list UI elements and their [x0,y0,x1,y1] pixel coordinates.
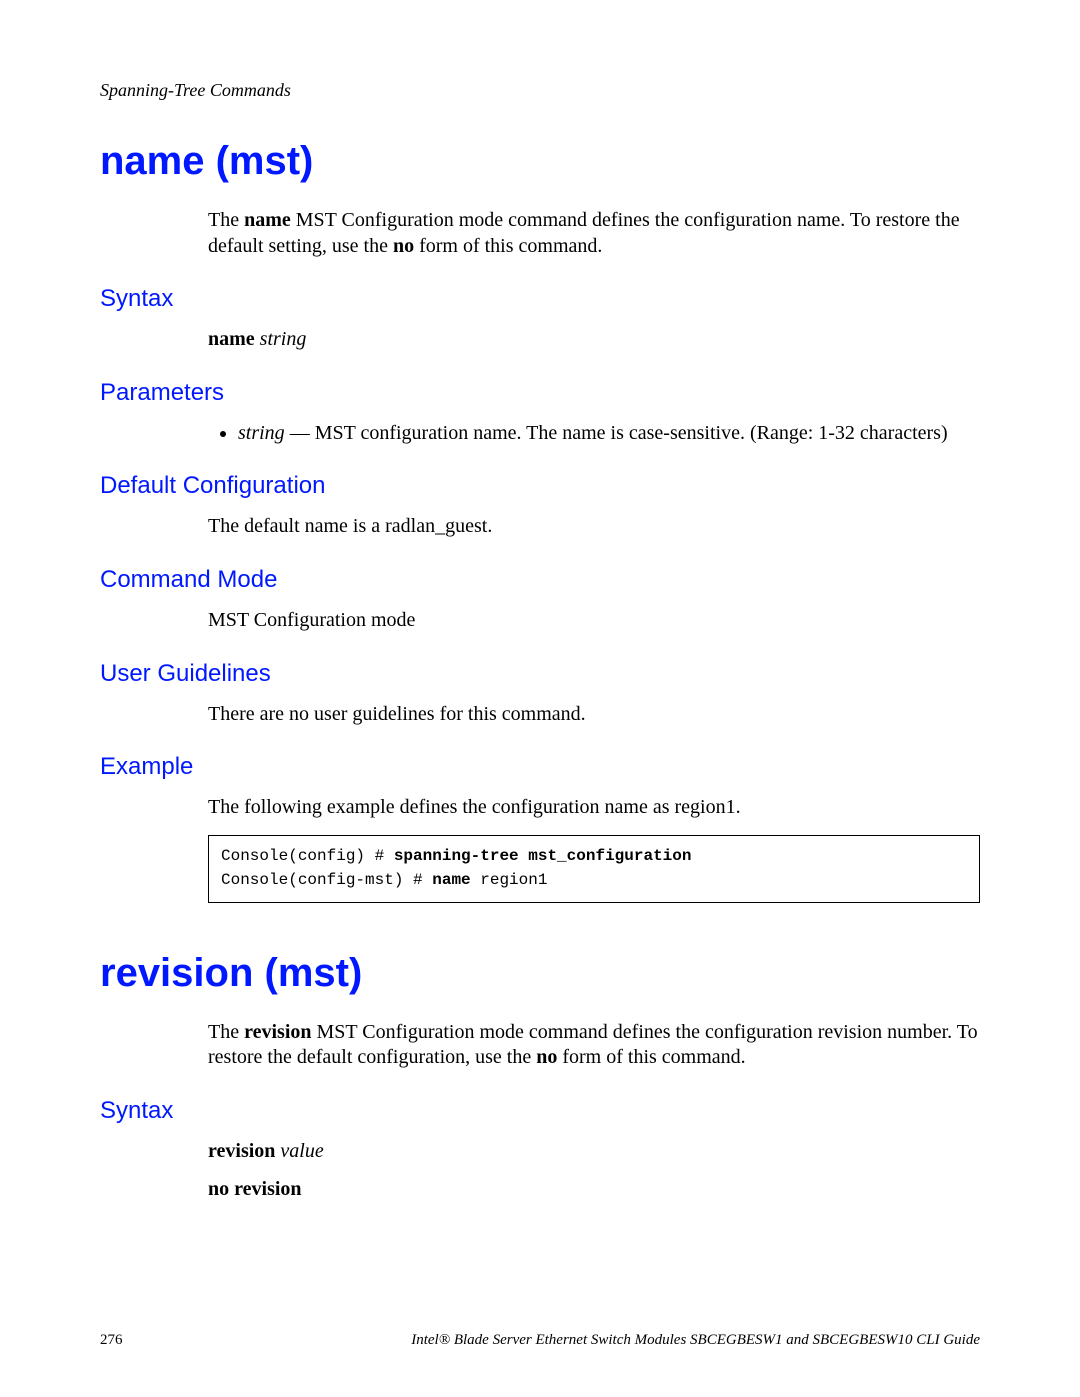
code-example: Console(config) # spanning-tree mst_conf… [208,835,980,903]
text: form of this command. [557,1046,745,1068]
param-name: string [238,422,285,444]
heading-default-config: Default Configuration [100,472,980,500]
text: form of this command. [414,235,602,257]
param-desc: — MST configuration name. The name is ca… [285,422,948,444]
code-text: Console(config) # [221,847,394,865]
parameter-item: string — MST configuration name. The nam… [238,421,980,447]
text: The [208,209,244,231]
syntax-block-2: revision value no revision [208,1139,980,1202]
text-bold: revision [244,1021,311,1043]
heading-syntax-2: Syntax [100,1097,980,1125]
code-text: region1 [480,871,547,889]
text: The default name is a radlan_guest. [208,514,980,540]
syntax-keyword: revision [208,1140,280,1162]
syntax-arg: value [280,1140,323,1162]
document-page: Spanning-Tree Commands name (mst) The na… [0,0,1080,1397]
intro-name-mst: The name MST Configuration mode command … [208,208,980,259]
text: The [208,1021,244,1043]
footer-guide-title: Intel® Blade Server Ethernet Switch Modu… [411,1332,980,1349]
syntax-keyword: no revision [208,1178,302,1200]
example-block: The following example defines the config… [208,795,980,903]
code-text: Console(config-mst) # [221,871,432,889]
syntax-block: name string [208,327,980,353]
intro-revision-mst: The revision MST Configuration mode comm… [208,1020,980,1071]
text-bold: name [244,209,291,231]
text: The following example defines the config… [208,795,980,821]
page-number: 276 [100,1332,123,1349]
heading-parameters: Parameters [100,379,980,407]
parameters-block: string — MST configuration name. The nam… [208,421,980,447]
text-bold: no [536,1046,557,1068]
page-footer: 276 Intel® Blade Server Ethernet Switch … [100,1332,980,1349]
running-head: Spanning-Tree Commands [100,80,980,101]
code-bold: name [432,871,480,889]
heading-syntax: Syntax [100,285,980,313]
heading-command-mode: Command Mode [100,566,980,594]
text: MST Configuration mode [208,608,980,634]
user-guidelines-block: There are no user guidelines for this co… [208,702,980,728]
code-bold: spanning-tree mst_configuration [394,847,692,865]
default-config-block: The default name is a radlan_guest. [208,514,980,540]
heading-user-guidelines: User Guidelines [100,660,980,688]
heading-example: Example [100,753,980,781]
command-mode-block: MST Configuration mode [208,608,980,634]
command-title-revision-mst: revision (mst) [100,951,980,996]
text: There are no user guidelines for this co… [208,702,980,728]
syntax-keyword: name [208,328,260,350]
syntax-arg: string [260,328,307,350]
command-title-name-mst: name (mst) [100,139,980,184]
text-bold: no [393,235,414,257]
